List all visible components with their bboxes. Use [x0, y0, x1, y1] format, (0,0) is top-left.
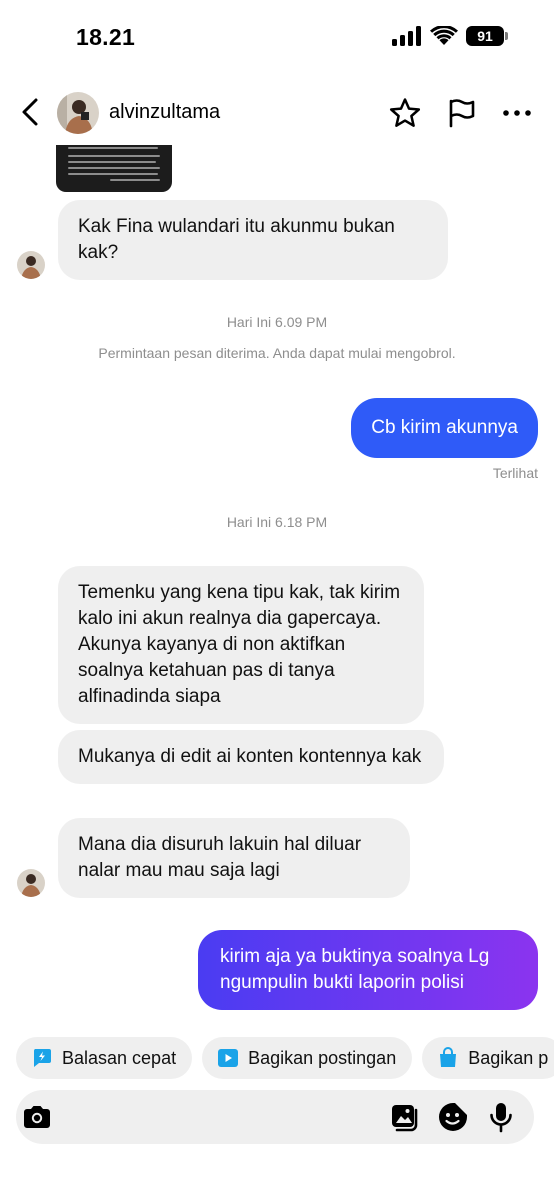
star-icon[interactable]: [388, 96, 422, 130]
quick-reply-chip-bagikan-postingan[interactable]: Bagikan postingan: [202, 1037, 413, 1079]
system-message: Permintaan pesan diterima. Anda dapat mu…: [98, 345, 456, 361]
shopping-bag-icon: [440, 1047, 457, 1067]
status-time: 18.21: [76, 24, 136, 50]
flag-icon[interactable]: [445, 96, 479, 130]
timestamp: Hari Ini 6.09 PM: [226, 314, 328, 330]
quick-reply-chip-balasan-cepat[interactable]: Balasan cepat: [16, 1037, 193, 1079]
chat-header: alvinzultama: [0, 82, 554, 144]
chip-label: Bagikan p: [468, 1047, 549, 1068]
incoming-message[interactable]: Kak Fina wulandari itu akunmu bukan kak?: [58, 200, 448, 280]
incoming-message[interactable]: Mana dia disuruh lakuin hal diluar nalar…: [58, 818, 410, 898]
chip-label: Bagikan postingan: [248, 1047, 397, 1068]
timestamp: Hari Ini 6.18 PM: [226, 514, 328, 530]
sticker-icon[interactable]: [436, 1100, 470, 1134]
avatar[interactable]: [57, 92, 99, 134]
outgoing-message[interactable]: Cb kirim akunnya: [351, 398, 538, 458]
quick-reply-bar: Balasan cepat Bagikan postingan Bagikan …: [16, 1037, 554, 1079]
more-options-icon[interactable]: [500, 96, 534, 130]
back-arrow-icon[interactable]: [16, 96, 44, 128]
lightning-icon: [33, 1049, 51, 1067]
incoming-message[interactable]: Mukanya di edit ai konten kontennya kak: [58, 730, 444, 784]
quick-reply-chip-bagikan-produk[interactable]: Bagikan p: [422, 1037, 554, 1079]
microphone-icon[interactable]: [484, 1100, 518, 1134]
seen-status: Terlihat: [492, 465, 538, 481]
play-icon: [218, 1049, 239, 1067]
camera-icon[interactable]: [20, 1100, 54, 1134]
status-icons: 91: [392, 26, 508, 46]
outgoing-message[interactable]: kirim aja ya buktinya soalnya Lg ngumpul…: [198, 930, 538, 1010]
chip-label: Balasan cepat: [62, 1047, 177, 1068]
battery-level: 91: [466, 26, 504, 46]
message-composer[interactable]: [16, 1090, 534, 1144]
cellular-signal-icon: [392, 26, 421, 46]
battery-icon: 91: [466, 26, 508, 46]
username[interactable]: alvinzultama: [109, 101, 220, 124]
sender-avatar[interactable]: [17, 251, 45, 279]
wifi-icon: [430, 26, 458, 45]
gallery-icon[interactable]: [388, 1100, 422, 1134]
shared-image-preview[interactable]: [56, 145, 172, 192]
sender-avatar[interactable]: [17, 869, 45, 897]
incoming-message[interactable]: Temenku yang kena tipu kak, tak kirim ka…: [58, 566, 424, 724]
status-bar: 18.21 91: [0, 0, 554, 80]
